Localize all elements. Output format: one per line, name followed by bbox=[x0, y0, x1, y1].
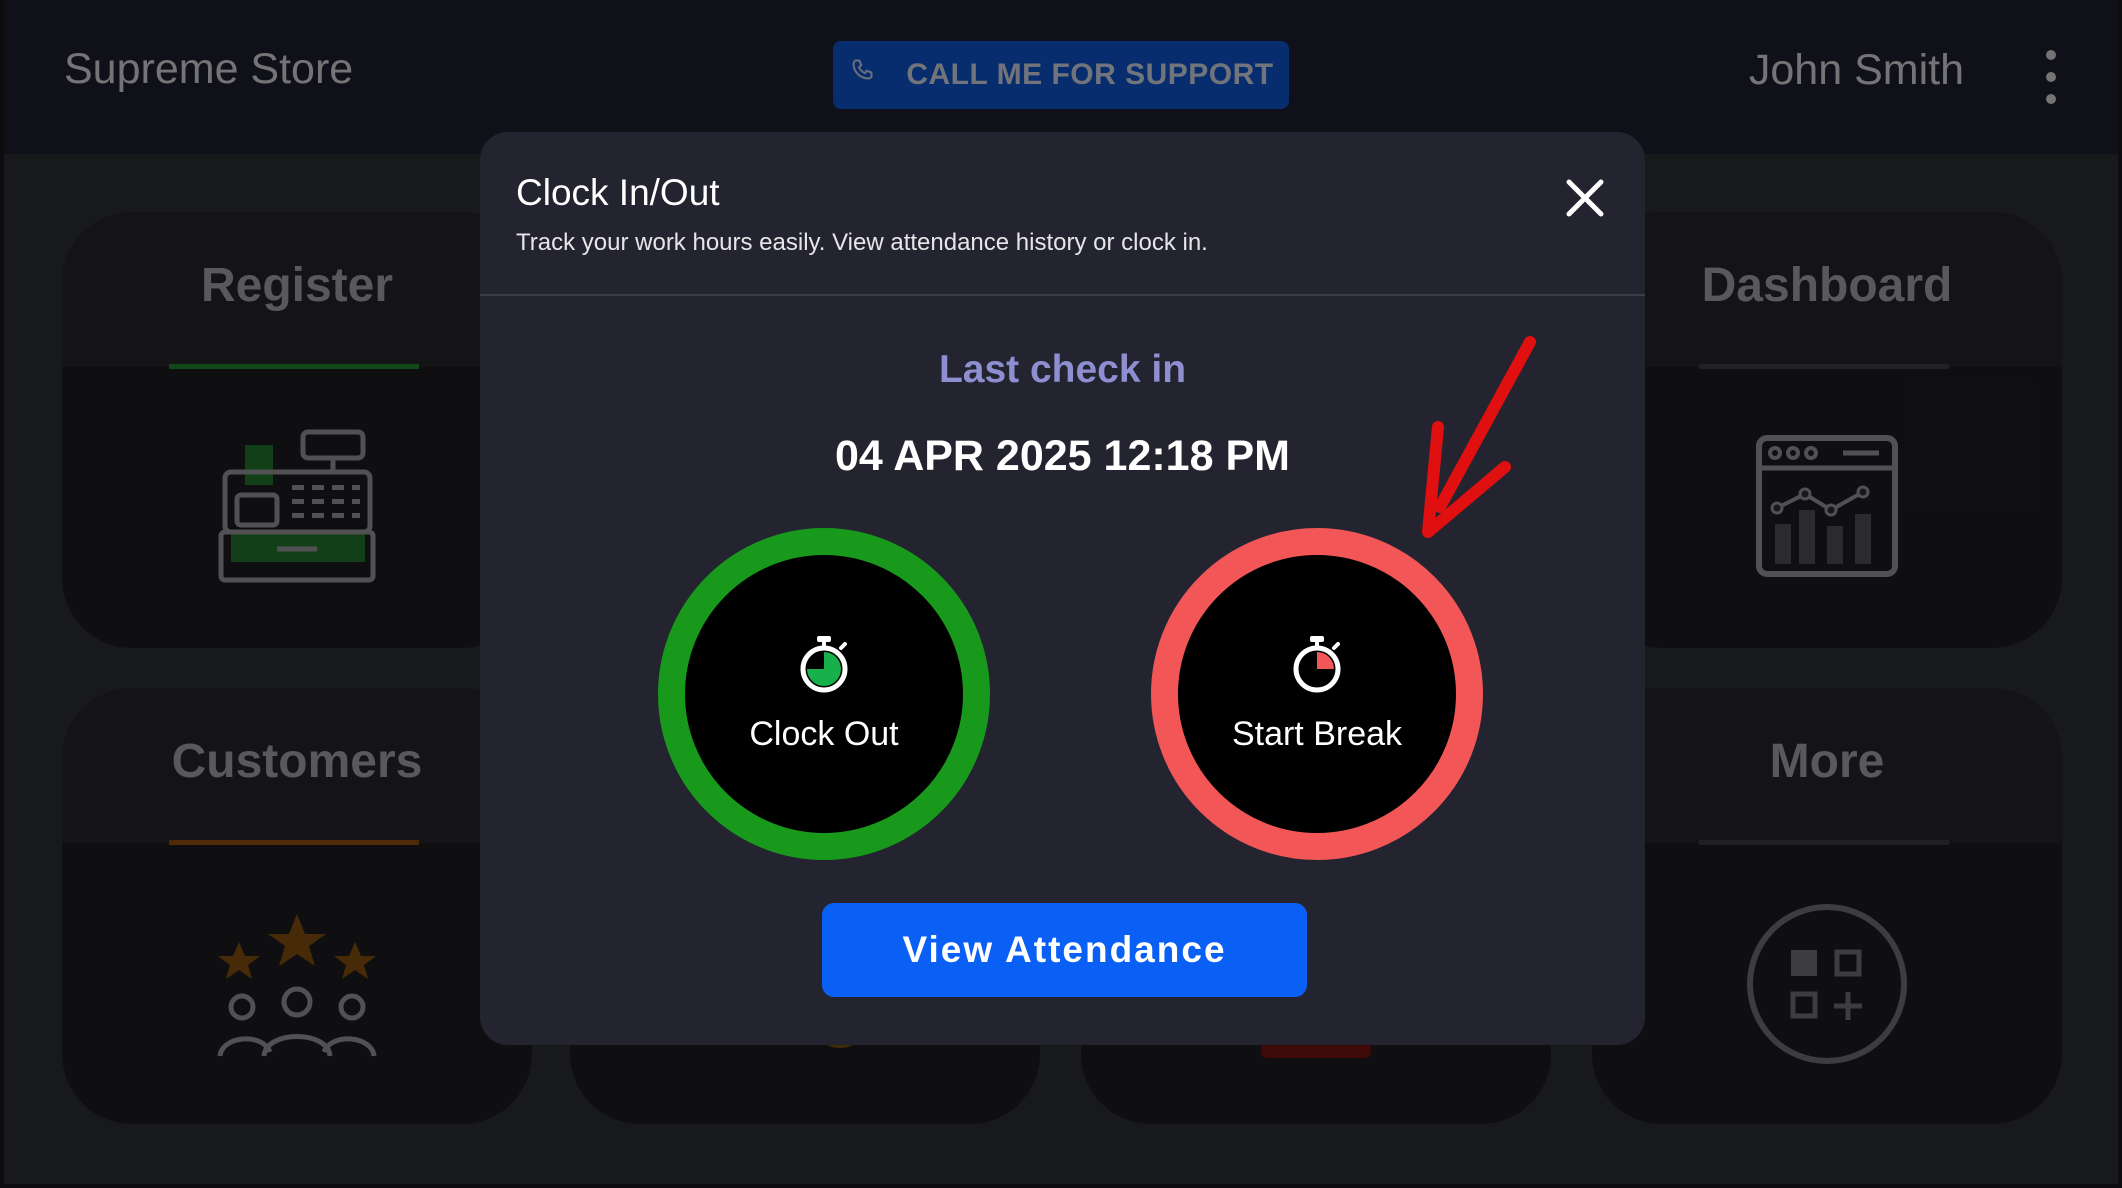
clock-out-button[interactable]: Clock Out bbox=[658, 528, 990, 860]
app-frame: Supreme Store CALL ME FOR SUPPORT John S… bbox=[4, 0, 2118, 1184]
stopwatch-icon bbox=[797, 634, 851, 699]
stopwatch-icon bbox=[1290, 634, 1344, 699]
modal-divider bbox=[480, 294, 1645, 296]
red-arrow-annotation bbox=[1422, 336, 1536, 538]
view-attendance-button[interactable]: View Attendance bbox=[822, 903, 1307, 997]
modal-subtitle: Track your work hours easily. View atten… bbox=[516, 229, 1208, 256]
start-break-label: Start Break bbox=[1231, 715, 1403, 753]
clock-in-out-modal: Clock In/Out Track your work hours easil… bbox=[480, 132, 1645, 1045]
start-break-button[interactable]: Start Break bbox=[1151, 528, 1483, 860]
close-icon[interactable] bbox=[1563, 176, 1607, 220]
clock-out-label: Clock Out bbox=[749, 715, 899, 753]
modal-title: Clock In/Out bbox=[516, 172, 720, 213]
